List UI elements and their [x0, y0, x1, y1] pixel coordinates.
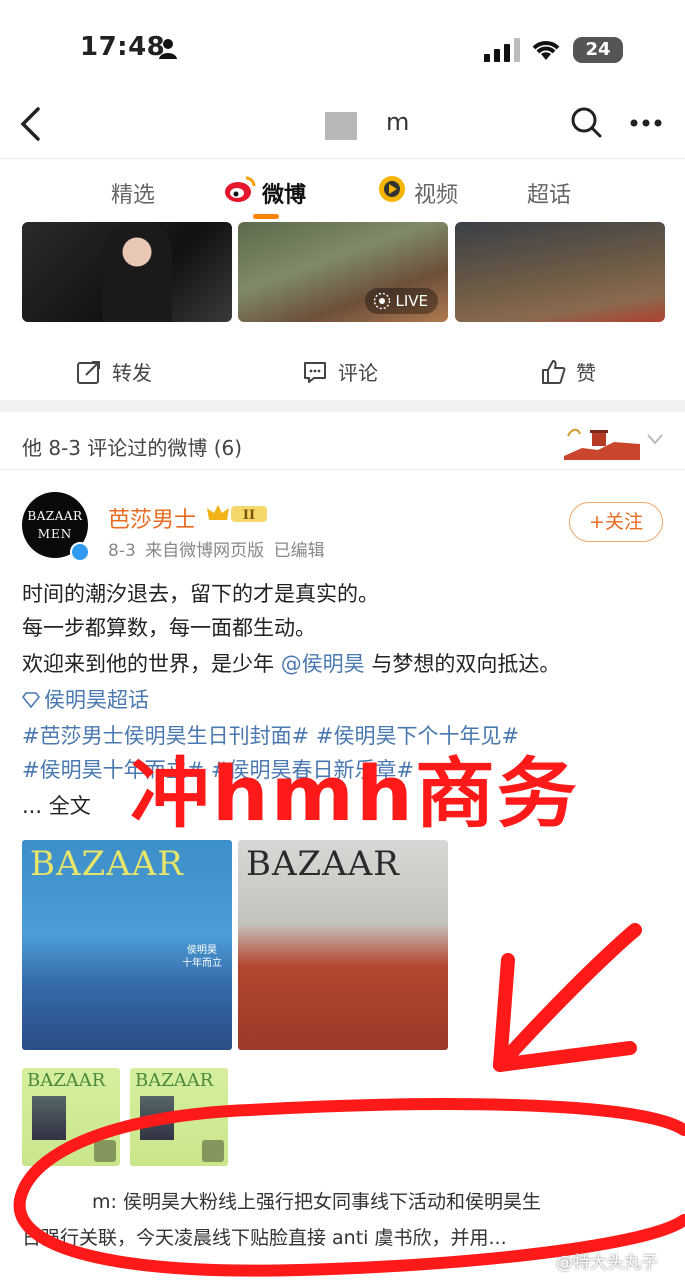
post-text-line: 每一步都算数，每一面都生动。: [22, 616, 316, 640]
chevron-down-icon[interactable]: [646, 432, 664, 446]
live-icon: [374, 292, 391, 310]
like-label: 赞: [576, 361, 596, 385]
cover-title: BAZAAR: [246, 844, 400, 884]
tab-video[interactable]: 视频: [414, 177, 458, 209]
membership-level: II: [243, 508, 255, 523]
supertopic-link[interactable]: 侯明昊超话: [22, 684, 672, 716]
post-photo[interactable]: [22, 222, 232, 322]
repost-label: 转发: [112, 361, 152, 385]
previous-post-card: LIVE 转发 评论 赞: [0, 222, 685, 400]
post-meta: 8-3 来自微博网页版 已编辑: [108, 541, 325, 561]
video-logo-icon: [379, 176, 405, 202]
post-text-segment: 与梦想的双向抵达。: [364, 652, 561, 676]
avatar-logo-line1: BAZAAR: [27, 509, 83, 523]
commented-posts-header[interactable]: 他 8-3 评论过的微博 (6): [0, 412, 685, 470]
post-text-line: 时间的潮汐退去，留下的才是真实的。: [22, 582, 379, 606]
post-text-line: 欢迎来到他的世界，是少年 @侯明昊 与梦想的双向抵达。: [22, 648, 672, 680]
like-button[interactable]: 赞: [540, 357, 596, 386]
watermark: @特大头丸子: [556, 1253, 658, 1273]
repost-button[interactable]: 转发: [76, 357, 152, 386]
post-text-segment: 欢迎来到他的世界，是少年: [22, 652, 281, 676]
back-icon[interactable]: [18, 106, 44, 142]
repost-icon: [77, 360, 100, 384]
battery-indicator: 24: [573, 37, 623, 63]
comment-icon: [304, 361, 326, 383]
weibo-logo-icon: [225, 176, 256, 202]
more-icon[interactable]: [630, 118, 662, 128]
supertopic-label: 侯明昊超话: [44, 688, 149, 712]
nav-bar: m: [0, 92, 685, 158]
membership-crown-icon: II: [207, 505, 267, 523]
annotation-arrow: [493, 923, 642, 1072]
blurred-name: [325, 112, 357, 140]
magazine-cover-image[interactable]: BAZAAR: [238, 840, 448, 1050]
comment-button[interactable]: 评论: [302, 357, 378, 386]
person-icon: [159, 39, 177, 59]
nav-title-text: m: [386, 108, 410, 136]
post-photo[interactable]: [455, 222, 665, 322]
live-label: LIVE: [395, 292, 428, 310]
commented-posts-label: 他 8-3 评论过的微博 (6): [22, 436, 243, 460]
post-action-bar: 转发 评论 赞: [0, 347, 685, 397]
tab-supertopic[interactable]: 超话: [527, 177, 571, 209]
profile-tabs: 精选 微博 视频 超话: [0, 158, 685, 222]
cover-subtitle: 侯明昊 十年而立: [182, 945, 222, 969]
great-wall-icon: [564, 428, 640, 460]
avatar-logo-line2: MEN: [37, 527, 73, 541]
mention-link[interactable]: @侯明昊: [281, 652, 365, 676]
magazine-cover-image[interactable]: BAZAAR 侯明昊 十年而立: [22, 840, 232, 1050]
tab-weibo[interactable]: 微博: [262, 177, 306, 209]
nav-title: m: [270, 108, 410, 142]
wifi-icon: [532, 41, 560, 60]
status-bar: 17:48 24: [0, 0, 685, 92]
post-photo[interactable]: LIVE: [238, 222, 448, 322]
annotation-overlay-text: 冲hmh商务: [130, 749, 579, 838]
follow-button[interactable]: +关注: [569, 502, 663, 542]
author-name[interactable]: 芭莎男士: [108, 502, 196, 534]
cover-title: BAZAAR: [30, 844, 184, 884]
search-icon[interactable]: [570, 106, 602, 138]
status-time: 17:48: [80, 32, 166, 62]
signal-icon: [484, 38, 520, 62]
tab-active-indicator: [253, 214, 279, 219]
comment-label: 评论: [338, 361, 378, 385]
live-photo-badge: LIVE: [365, 288, 438, 314]
verified-badge-icon: [70, 542, 90, 562]
diamond-icon: [22, 692, 40, 708]
thumbs-up-icon: [542, 359, 566, 384]
tab-featured[interactable]: 精选: [111, 177, 155, 209]
